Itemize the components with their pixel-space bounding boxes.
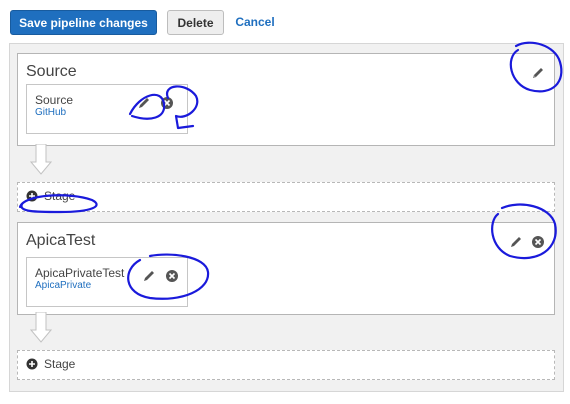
pencil-icon[interactable] [509, 235, 523, 249]
pipeline-canvas: Source Source GitHub Stage ApicaTest Api… [9, 43, 564, 392]
plus-circle-icon [26, 190, 38, 202]
add-stage-label: Stage [44, 357, 76, 371]
close-circle-icon[interactable] [160, 96, 174, 110]
stage-title: Source [26, 63, 77, 80]
add-stage-button[interactable]: Stage [17, 182, 555, 212]
close-circle-icon[interactable] [531, 235, 545, 249]
pencil-icon[interactable] [137, 96, 151, 110]
save-pipeline-changes-button[interactable]: Save pipeline changes [10, 10, 157, 35]
action-name: Source [35, 93, 74, 107]
stage-title: ApicaTest [26, 232, 96, 249]
add-stage-button[interactable]: Stage [17, 350, 555, 380]
delete-button[interactable]: Delete [167, 10, 224, 35]
action-provider-link[interactable]: GitHub [35, 107, 66, 118]
cancel-link[interactable]: Cancel [232, 10, 278, 35]
down-arrow-icon [30, 144, 52, 175]
stage-apicatest: ApicaTest ApicaPrivateTest ApicaPrivate [17, 222, 555, 315]
add-stage-label: Stage [44, 189, 76, 203]
stage-source: Source Source GitHub [17, 53, 555, 146]
down-arrow-icon [30, 312, 52, 343]
pencil-icon[interactable] [142, 269, 156, 283]
pencil-icon[interactable] [531, 66, 545, 80]
action-provider-link[interactable]: ApicaPrivate [35, 280, 91, 291]
action-name: ApicaPrivateTest [35, 266, 125, 280]
action-card-apicaprivatetest[interactable]: ApicaPrivateTest ApicaPrivate [26, 257, 188, 307]
plus-circle-icon [26, 358, 38, 370]
action-card-source[interactable]: Source GitHub [26, 84, 188, 134]
close-circle-icon[interactable] [165, 269, 179, 283]
